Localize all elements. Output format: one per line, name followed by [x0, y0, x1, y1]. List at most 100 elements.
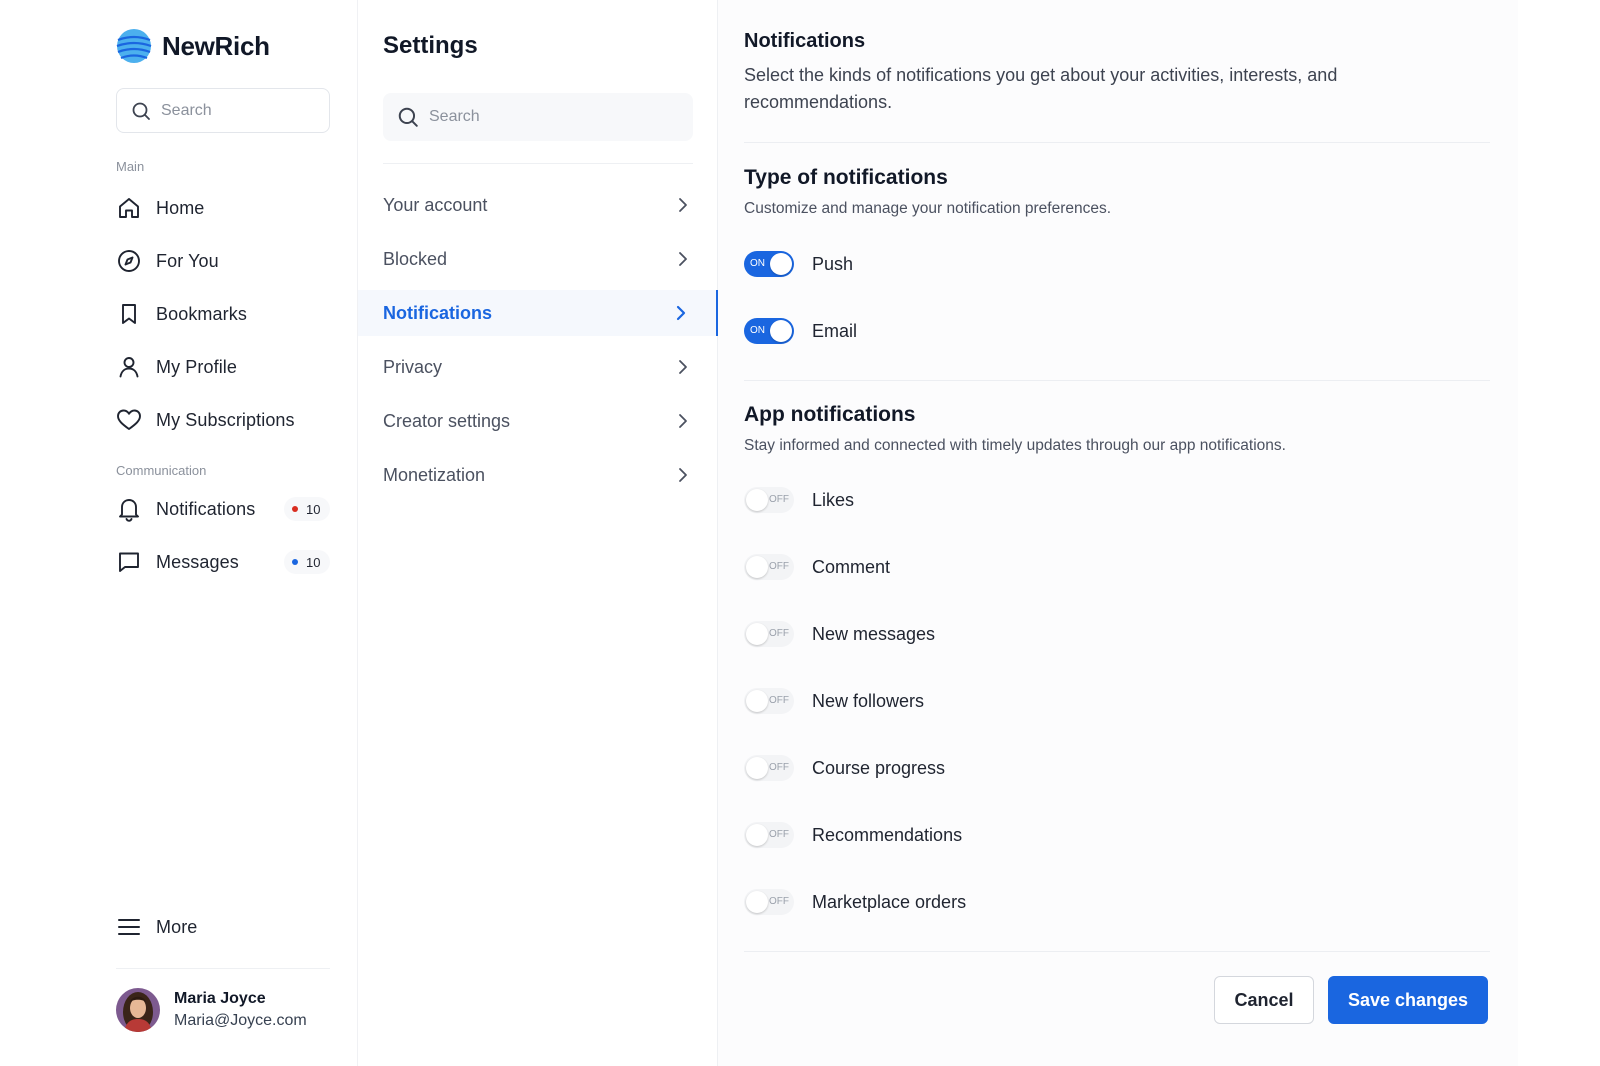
course-progress-toggle[interactable]: OFF	[744, 755, 794, 781]
toggle-state-text: OFF	[769, 896, 789, 907]
toggle-knob	[770, 253, 792, 275]
chevron-right-icon	[679, 468, 687, 482]
toggle-label: New messages	[812, 623, 936, 644]
sidebar-item-more[interactable]: More	[116, 907, 330, 947]
compass-icon	[116, 248, 142, 274]
sidebar-item-label: Bookmarks	[156, 303, 247, 324]
badge-dot	[292, 559, 298, 565]
sidebar-item-label: Home	[156, 197, 205, 218]
toggle-row-email[interactable]: ON Email	[744, 318, 857, 344]
sidebar-divider	[116, 968, 330, 969]
toggle-state-text: OFF	[769, 628, 789, 639]
chevron-right-icon	[679, 360, 687, 374]
email-toggle[interactable]: ON	[744, 318, 794, 344]
settings-title: Settings	[383, 32, 478, 59]
toggle-label: Likes	[812, 489, 855, 510]
sidebar-item-my-subscriptions[interactable]: My Subscriptions	[116, 400, 330, 440]
toggle-label: Course progress	[812, 757, 946, 778]
sidebar-search[interactable]	[116, 88, 330, 133]
type-section-description: Customize and manage your notification p…	[744, 200, 1112, 217]
sidebar-item-label: For You	[156, 250, 219, 271]
new-followers-toggle[interactable]: OFF	[744, 688, 794, 714]
badge-count: 10	[306, 501, 321, 517]
toggle-row-new-followers[interactable]: OFF New followers	[744, 688, 924, 714]
bell-icon	[116, 496, 142, 522]
toggle-row-comment[interactable]: OFF Comment	[744, 554, 890, 580]
toggle-state-text: OFF	[769, 695, 789, 706]
sidebar-item-label: More	[156, 916, 198, 937]
marketplace-orders-toggle[interactable]: OFF	[744, 889, 794, 915]
toggle-row-marketplace-orders[interactable]: OFF Marketplace orders	[744, 889, 966, 915]
settings-menu-privacy[interactable]: Privacy	[358, 344, 718, 390]
sidebar-item-my-profile[interactable]: My Profile	[116, 347, 330, 387]
toggle-row-new-messages[interactable]: OFF New messages	[744, 621, 935, 647]
brand-logo-icon	[116, 29, 152, 63]
save-changes-button[interactable]: Save changes	[1328, 976, 1488, 1024]
toggle-row-recommendations[interactable]: OFF Recommendations	[744, 822, 962, 848]
cancel-button[interactable]: Cancel	[1214, 976, 1314, 1024]
heart-icon	[116, 407, 142, 433]
toggle-knob	[746, 891, 768, 913]
comment-toggle[interactable]: OFF	[744, 554, 794, 580]
toggle-row-course-progress[interactable]: OFF Course progress	[744, 755, 945, 781]
app-section-description: Stay informed and connected with timely …	[744, 437, 1286, 454]
likes-toggle[interactable]: OFF	[744, 487, 794, 513]
user-name: Maria Joyce	[174, 990, 266, 1007]
toggle-knob	[746, 489, 768, 511]
toggle-row-likes[interactable]: OFF Likes	[744, 487, 854, 513]
user-icon	[116, 354, 142, 380]
toggle-state-text: ON	[750, 258, 765, 269]
toggle-label: New followers	[812, 690, 925, 711]
main-sidebar: NewRich Main Home For You Bookmarks My P…	[0, 0, 358, 1066]
panel-title: Notifications	[744, 30, 866, 52]
settings-menu-monetization[interactable]: Monetization	[358, 452, 718, 498]
section-label-main: Main	[116, 159, 145, 174]
messages-count-badge: 10	[284, 550, 330, 574]
new-messages-toggle[interactable]: OFF	[744, 621, 794, 647]
avatar	[116, 988, 160, 1032]
badge-count: 10	[306, 554, 321, 570]
settings-menu-your-account[interactable]: Your account	[358, 182, 718, 228]
toggle-state-text: OFF	[769, 494, 789, 505]
settings-menu-label: Your account	[383, 194, 488, 215]
settings-search[interactable]	[383, 93, 693, 141]
settings-divider	[383, 163, 693, 164]
chat-icon	[116, 549, 142, 575]
settings-sidebar	[358, 0, 718, 1066]
sidebar-item-home[interactable]: Home	[116, 188, 330, 228]
toggle-label: Marketplace orders	[812, 891, 967, 912]
sidebar-item-messages[interactable]: Messages 10	[116, 542, 330, 582]
user-profile[interactable]: Maria Joyce Maria@Joyce.com	[116, 988, 307, 1032]
notifications-count-badge: 10	[284, 497, 330, 521]
settings-menu-notifications[interactable]: Notifications	[358, 290, 718, 336]
recommendations-toggle[interactable]: OFF	[744, 822, 794, 848]
toggle-knob	[746, 757, 768, 779]
sidebar-item-bookmarks[interactable]: Bookmarks	[116, 294, 330, 334]
toggle-state-text: OFF	[769, 762, 789, 773]
sidebar-item-for-you[interactable]: For You	[116, 241, 330, 281]
home-icon	[116, 195, 142, 221]
settings-menu-label: Creator settings	[383, 410, 511, 431]
sidebar-search-input[interactable]	[161, 101, 311, 120]
brand[interactable]: NewRich	[116, 28, 270, 64]
settings-menu-blocked[interactable]: Blocked	[358, 236, 718, 282]
app-section-title: App notifications	[744, 403, 916, 426]
settings-menu-creator-settings[interactable]: Creator settings	[358, 398, 718, 444]
search-icon	[132, 102, 150, 120]
settings-menu-label: Notifications	[383, 302, 493, 323]
type-section-title: Type of notifications	[744, 166, 948, 189]
sidebar-item-label: Messages	[156, 551, 239, 572]
toggle-knob	[746, 556, 768, 578]
sidebar-item-label: Notifications	[156, 498, 256, 519]
panel-divider	[744, 142, 1490, 143]
toggle-row-push[interactable]: ON Push	[744, 251, 853, 277]
chevron-right-icon	[679, 198, 687, 212]
settings-menu-label: Monetization	[383, 464, 486, 485]
toggle-knob	[746, 690, 768, 712]
toggle-knob	[770, 320, 792, 342]
settings-search-input[interactable]	[429, 108, 579, 126]
chevron-right-icon	[676, 305, 686, 321]
settings-menu-label: Privacy	[383, 356, 443, 377]
sidebar-item-notifications[interactable]: Notifications 10	[116, 489, 330, 529]
push-toggle[interactable]: ON	[744, 251, 794, 277]
